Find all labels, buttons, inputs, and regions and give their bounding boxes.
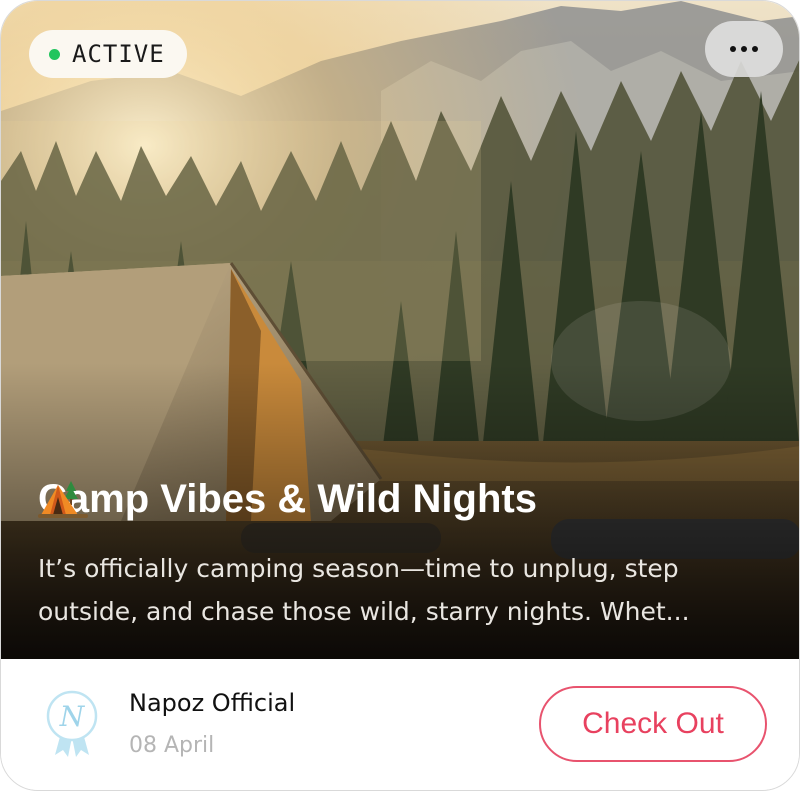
status-badge: ACTIVE xyxy=(29,30,187,78)
post-description: It’s officially camping season—time to u… xyxy=(38,554,690,626)
check-out-button[interactable]: Check Out xyxy=(539,686,767,762)
post-title: Camp Vibes & Wild Nights xyxy=(38,477,537,522)
status-label: ACTIVE xyxy=(72,40,165,68)
post-card[interactable]: ACTIVE Camp Vibes & Wild Nights It’s off… xyxy=(0,0,800,791)
post-date: 08 April xyxy=(129,733,215,758)
author-name[interactable]: Napoz Official xyxy=(129,689,295,717)
tent-emoji xyxy=(38,481,88,518)
status-dot-icon xyxy=(49,48,60,60)
more-horizontal-icon xyxy=(730,46,736,52)
svg-text:N: N xyxy=(59,700,86,733)
hero-image: ACTIVE Camp Vibes & Wild Nights It’s off… xyxy=(1,1,799,659)
napoz-badge-logo: N xyxy=(46,690,98,757)
post-title-text: Camp Vibes & Wild Nights xyxy=(38,477,537,521)
more-options-button[interactable] xyxy=(705,21,783,77)
card-footer: N Napoz Official 08 April Check Out xyxy=(1,659,799,790)
